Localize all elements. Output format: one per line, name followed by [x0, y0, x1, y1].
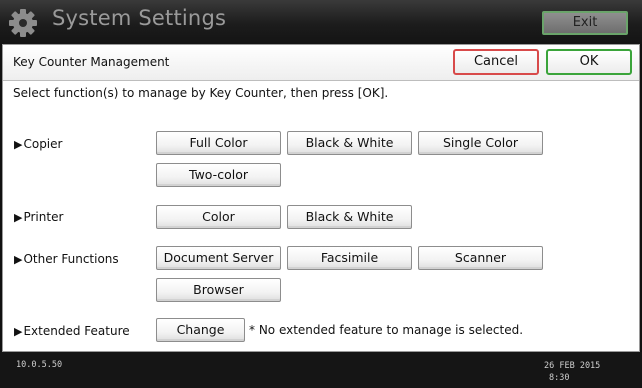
copier-single-color-button[interactable]: Single Color: [418, 131, 543, 155]
extended-feature-note: * No extended feature to manage is selec…: [249, 323, 524, 337]
panel-header: Key Counter Management Cancel OK: [3, 45, 639, 81]
browser-button[interactable]: Browser: [156, 278, 281, 302]
copier-two-color-button[interactable]: Two-color: [156, 163, 281, 187]
document-server-button[interactable]: Document Server: [156, 246, 281, 270]
gear-icon: [9, 9, 37, 37]
exit-button[interactable]: Exit: [542, 11, 628, 35]
section-label-other-functions: ▶Other Functions: [14, 252, 119, 266]
triangle-right-icon: ▶: [14, 211, 23, 224]
scanner-button[interactable]: Scanner: [418, 246, 543, 270]
triangle-right-icon: ▶: [14, 325, 23, 338]
panel-title: Key Counter Management: [13, 55, 170, 69]
copier-black-white-button[interactable]: Black & White: [287, 131, 412, 155]
title-bar: System Settings Exit: [0, 0, 642, 44]
instruction-text: Select function(s) to manage by Key Coun…: [13, 86, 389, 100]
change-button[interactable]: Change: [156, 318, 245, 342]
ok-button[interactable]: OK: [546, 49, 632, 75]
section-label-copier: ▶Copier: [14, 137, 63, 151]
app-title: System Settings: [52, 6, 227, 30]
triangle-right-icon: ▶: [14, 138, 23, 151]
printer-black-white-button[interactable]: Black & White: [287, 205, 412, 229]
cancel-button[interactable]: Cancel: [453, 49, 539, 75]
ip-address: 10.0.5.50: [16, 360, 63, 370]
printer-color-button[interactable]: Color: [156, 205, 281, 229]
section-label-printer: ▶Printer: [14, 210, 64, 224]
time-text: 8:30: [549, 373, 570, 383]
triangle-right-icon: ▶: [14, 253, 23, 266]
section-label-extended-feature: ▶Extended Feature: [14, 324, 130, 338]
status-bar: 10.0.5.50 26 FEB 2015 8:30: [0, 352, 642, 388]
settings-panel: Key Counter Management Cancel OK Select …: [2, 44, 640, 352]
date-time: 26 FEB 2015 8:30: [544, 360, 600, 384]
copier-full-color-button[interactable]: Full Color: [156, 131, 281, 155]
date-text: 26 FEB 2015: [544, 361, 601, 371]
facsimile-button[interactable]: Facsimile: [287, 246, 412, 270]
